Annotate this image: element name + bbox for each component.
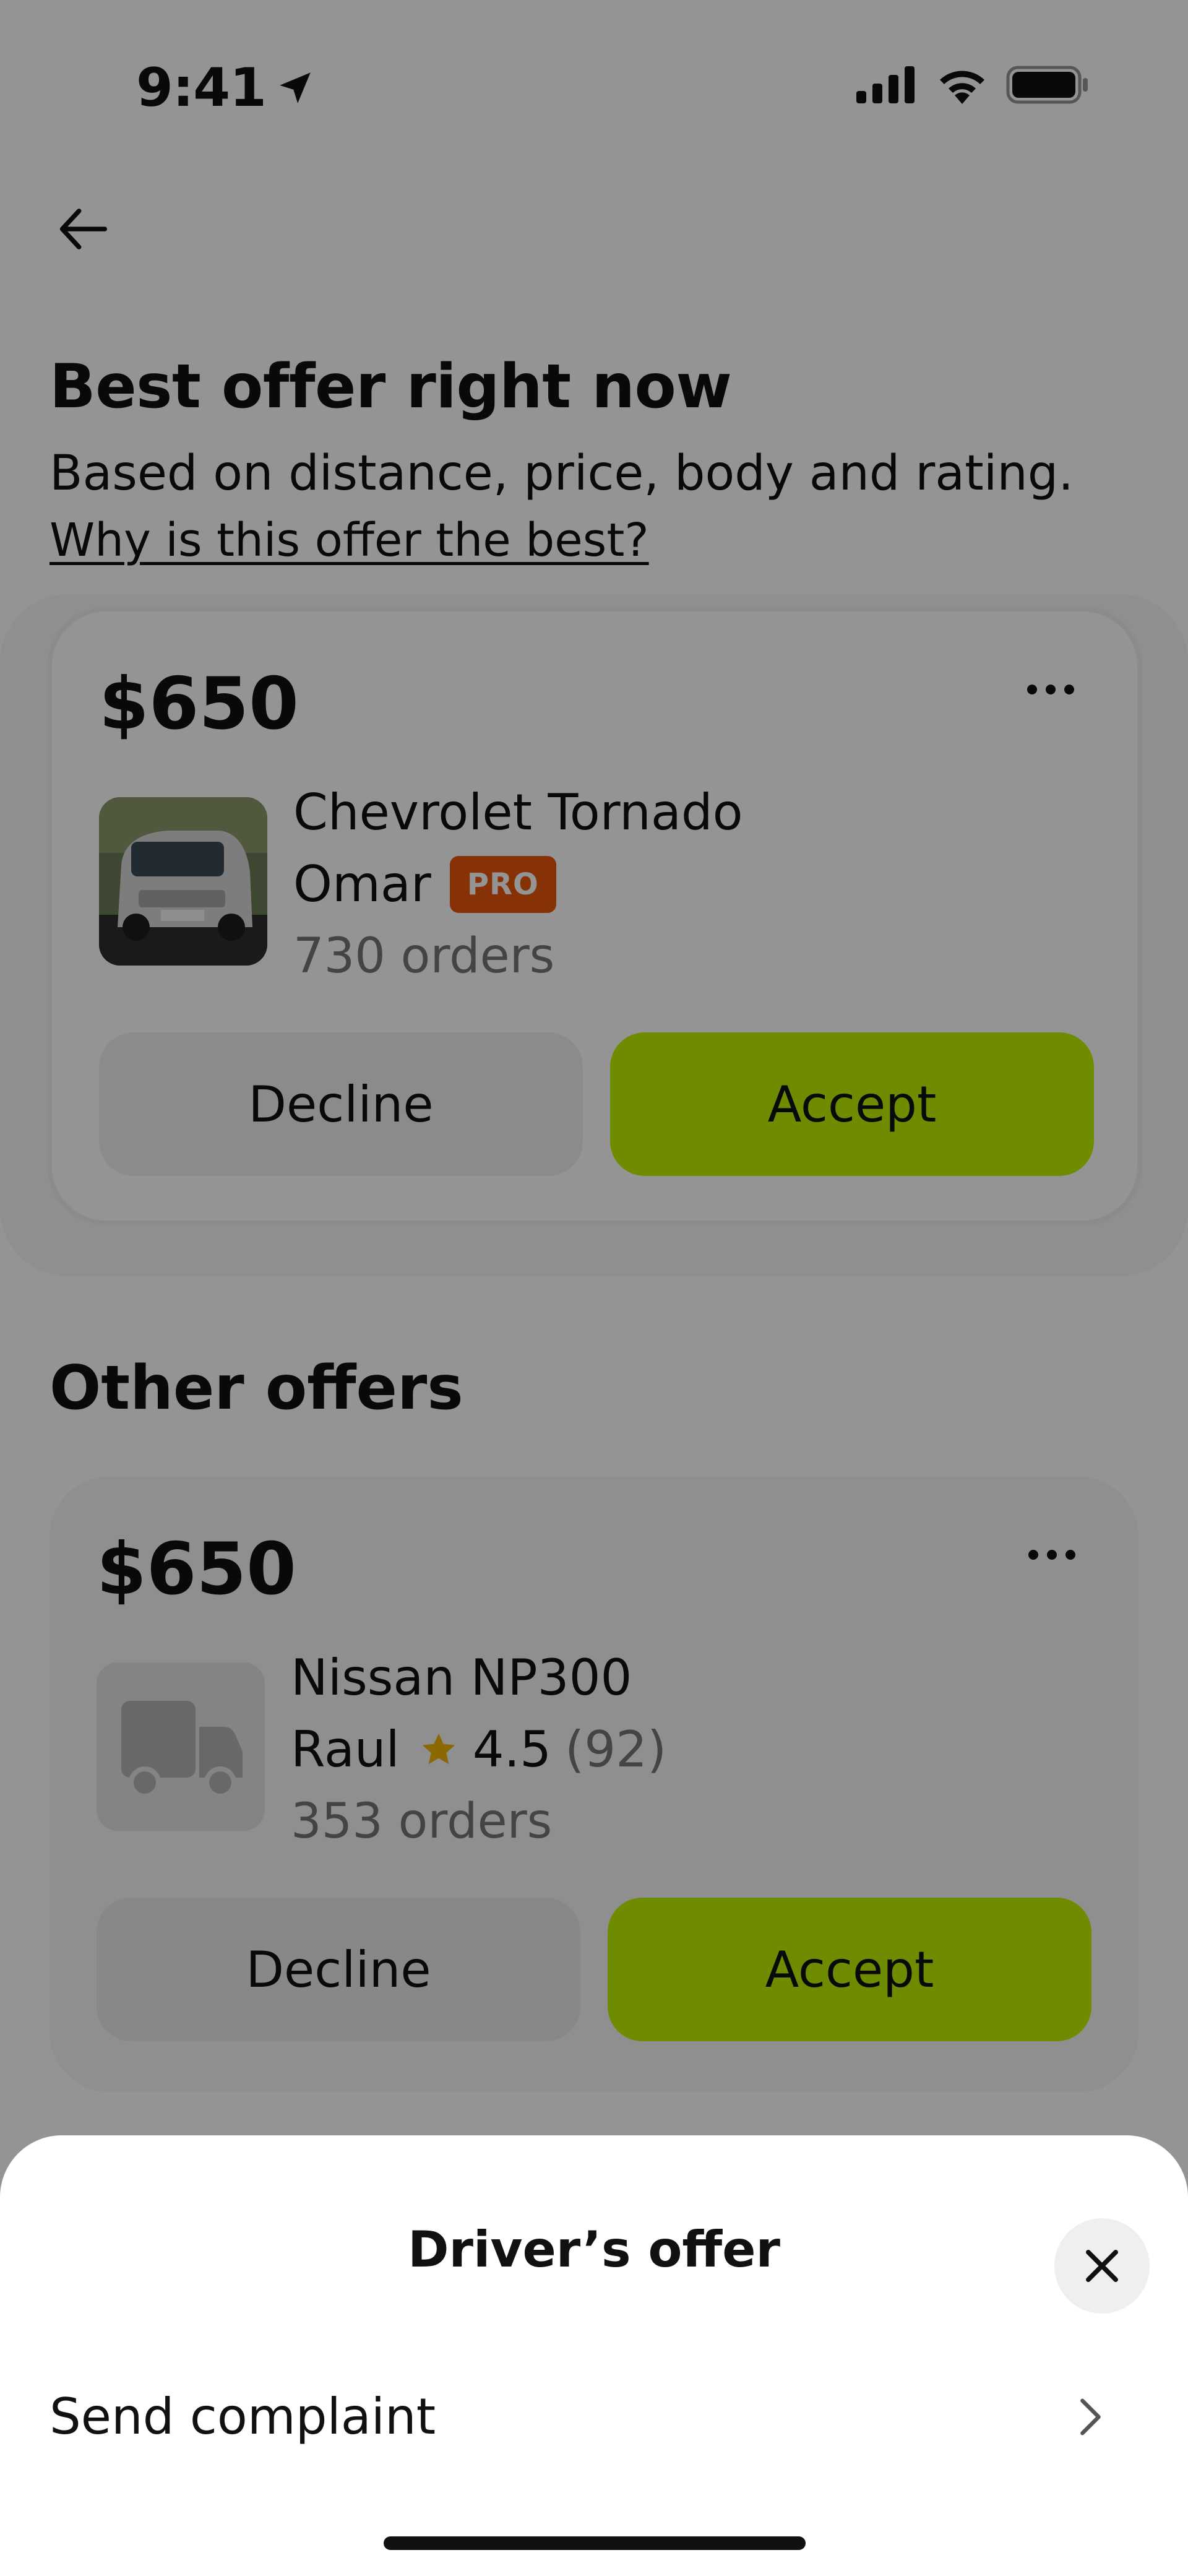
drivers-offer-sheet: Driver’s offer Send complaint [0,2135,1188,2576]
close-icon [1086,2250,1118,2282]
close-button[interactable] [1054,2218,1150,2314]
menu-item-label: Send complaint [50,2388,436,2445]
offers-screen: 9:41 Best offer right now Based on dista… [0,0,1188,2576]
sheet-title: Driver’s offer [408,2221,780,2278]
send-complaint-item[interactable]: Send complaint [0,2346,1188,2494]
home-indicator [384,2536,806,2550]
chevron-right-icon [1080,2398,1101,2436]
